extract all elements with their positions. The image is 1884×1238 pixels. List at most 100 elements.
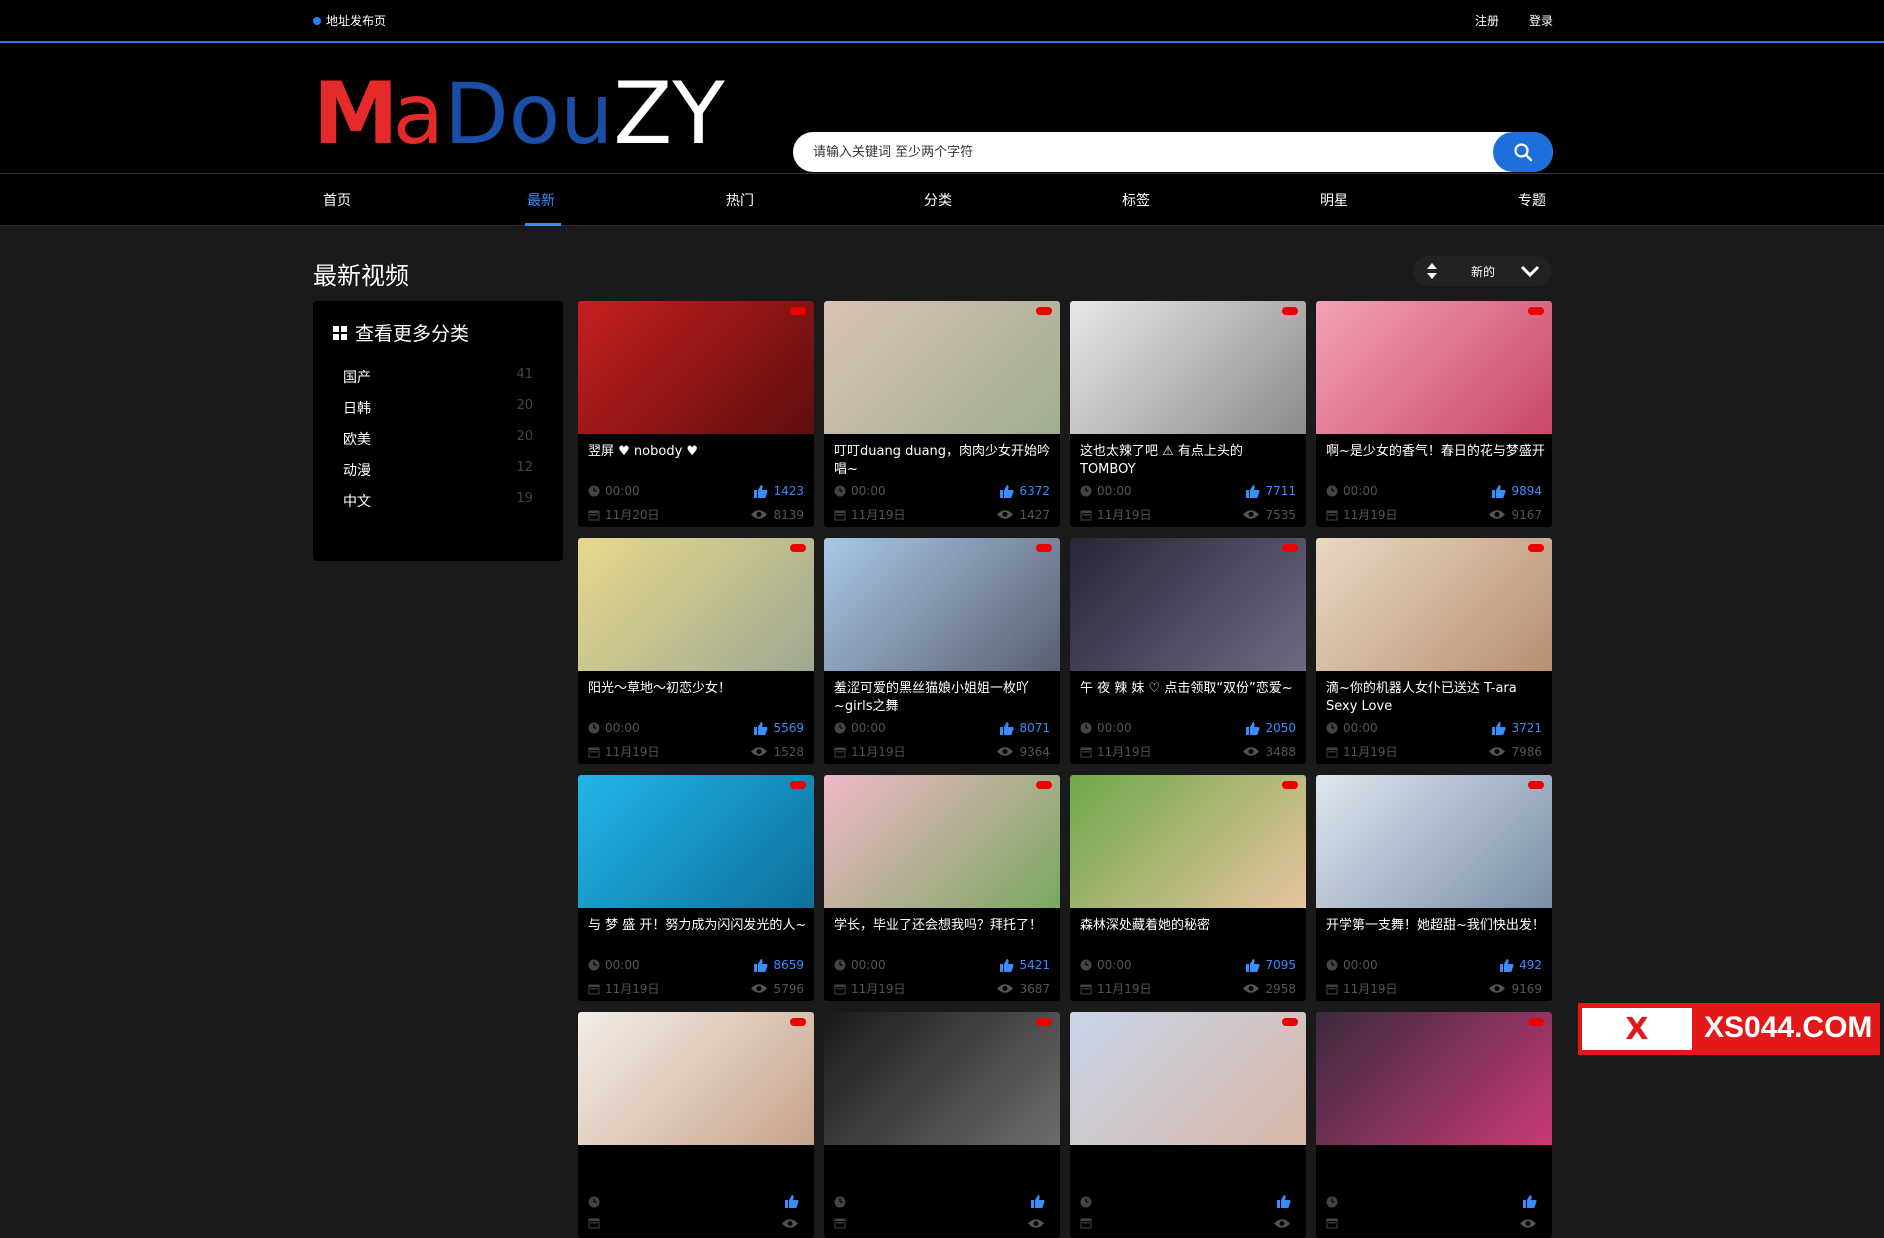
site-logo[interactable]: M a Dou ZY [313,69,725,159]
eye-icon [1489,747,1506,756]
sidebar-item-guochan[interactable]: 国产 41 [343,367,533,387]
nav-stars[interactable]: 明星 [1320,190,1348,210]
nav-hot[interactable]: 热门 [726,190,754,210]
video-views: 9364 [1019,744,1050,759]
video-duration: 00:00 [1343,484,1378,498]
video-meta-row-2: 11月19日 3687 [834,980,1050,997]
auth-links: 注册 登录 [1475,12,1553,29]
video-likes: 5421 [1019,958,1050,972]
video-thumbnail[interactable] [824,301,1060,434]
video-card[interactable] [578,1012,814,1238]
video-card[interactable]: 午 夜 辣 妹 ♡ 点击领取“双份”恋爱~ 00:00 2050 11月19日 3488 [1070,538,1306,764]
video-card[interactable]: 叮叮duang duang，肉肉少女开始吟唱~ 00:00 6372 11月19日 14… [824,301,1060,527]
video-thumbnail[interactable] [1070,775,1306,908]
video-date: 11月19日 [1097,745,1152,759]
video-card[interactable]: 这也太辣了吧 ⚠ 有点上头的 TOMBOY 00:00 7711 11月19日 7535 [1070,301,1306,527]
video-meta-row-1 [588,1195,804,1208]
video-card[interactable] [1316,1012,1552,1238]
video-card[interactable]: 阳光～草地～初恋少女！ 00:00 5569 11月19日 1528 [578,538,814,764]
video-thumbnail[interactable] [824,775,1060,908]
thumbs-up-icon [1246,958,1260,972]
video-card[interactable]: 学长，毕业了还会想我吗？拜托了！ 00:00 5421 11月19日 3687 [824,775,1060,1001]
video-card[interactable] [824,1012,1060,1238]
dot-icon [313,16,321,25]
search-input[interactable] [793,132,1473,172]
video-card[interactable]: 开学第一支舞！她超甜~我们快出发！ 00:00 492 11月19日 9169 [1316,775,1552,1001]
video-views: 9167 [1511,507,1542,522]
video-card[interactable]: 翌屏 ♥ nobody ♥ 00:00 1423 11月20日 8139 [578,301,814,527]
video-meta-row-2: 11月19日 1427 [834,506,1050,523]
new-badge [1282,1018,1298,1026]
video-title[interactable]: 森林深处藏着她的秘密 [1080,917,1300,935]
video-title[interactable]: 与 梦 盛 开！努力成为闪闪发光的人~ [588,917,808,935]
video-meta-row-2: 11月20日 8139 [588,506,804,523]
login-link[interactable]: 登录 [1529,12,1553,29]
nav-latest[interactable]: 最新 [527,190,555,210]
sort-dropdown[interactable]: 新的 [1413,256,1552,286]
video-thumbnail[interactable] [1316,1012,1552,1145]
video-card[interactable]: 与 梦 盛 开！努力成为闪闪发光的人~ 00:00 8659 11月19日 5796 [578,775,814,1001]
video-thumbnail[interactable] [578,775,814,908]
nav-tags[interactable]: 标签 [1122,190,1150,210]
video-thumbnail[interactable] [824,538,1060,671]
category-count: 19 [516,491,533,506]
calendar-icon [834,510,846,520]
video-meta-row-2: 11月19日 7535 [1080,506,1296,523]
eye-icon [1489,984,1506,993]
video-thumbnail[interactable] [1316,775,1552,908]
video-title[interactable]: 滴~你的机器人女仆已送达 T-ara Sexy Love [1326,680,1546,716]
sidebar-item-rihan[interactable]: 日韩 20 [343,398,533,418]
video-title[interactable]: 这也太辣了吧 ⚠ 有点上头的 TOMBOY [1080,443,1300,479]
video-card[interactable]: 羞涩可爱的黑丝猫娘小姐姐一枚吖~girls之舞 00:00 8071 11月19日 93… [824,538,1060,764]
video-thumbnail[interactable] [1070,1012,1306,1145]
video-date: 11月19日 [851,508,906,522]
video-views: 3488 [1265,744,1296,759]
video-thumbnail[interactable] [578,301,814,434]
video-meta-row-1: 00:00 7095 [1080,958,1296,972]
video-card[interactable]: 森林深处藏着她的秘密 00:00 7095 11月19日 2958 [1070,775,1306,1001]
sidebar-item-oumei[interactable]: 欧美 20 [343,429,533,449]
video-likes: 7095 [1265,958,1296,972]
search-button[interactable] [1493,132,1553,172]
eye-icon [1243,984,1260,993]
thumbs-up-icon [1031,1195,1045,1208]
video-thumbnail[interactable] [1316,301,1552,434]
eye-icon [1489,510,1506,519]
video-thumbnail[interactable] [1070,538,1306,671]
calendar-icon [1080,510,1092,520]
advertisement-banner[interactable]: X XS044.COM [1578,1003,1880,1055]
video-date: 11月19日 [1343,745,1398,759]
video-meta-row-2: 11月19日 3488 [1080,743,1296,760]
video-card[interactable]: 滴~你的机器人女仆已送达 T-ara Sexy Love 00:00 3721 11月… [1316,538,1552,764]
address-notice-link[interactable]: 地址发布页 [313,12,386,29]
video-title[interactable]: 开学第一支舞！她超甜~我们快出发！ [1326,917,1546,935]
video-meta-row-2: 11月19日 9167 [1326,506,1542,523]
video-title[interactable]: 学长，毕业了还会想我吗？拜托了！ [834,917,1054,935]
video-thumbnail[interactable] [824,1012,1060,1145]
video-thumbnail[interactable] [1070,301,1306,434]
sidebar-item-dongman[interactable]: 动漫 12 [343,460,533,480]
video-meta-row-1: 00:00 3721 [1326,721,1542,735]
category-name: 日韩 [343,401,371,417]
video-title[interactable]: 叮叮duang duang，肉肉少女开始吟唱~ [834,443,1054,479]
video-title[interactable]: 阳光～草地～初恋少女！ [588,680,808,698]
video-title[interactable]: 翌屏 ♥ nobody ♥ [588,443,808,461]
video-meta-row-1: 00:00 9894 [1326,484,1542,498]
video-thumbnail[interactable] [1316,538,1552,671]
nav-categories[interactable]: 分类 [924,190,952,210]
video-card[interactable]: 啊~是少女的香气！春日的花与梦盛开 00:00 9894 11月19日 9167 [1316,301,1552,527]
sidebar-title: 查看更多分类 [355,323,470,345]
video-title[interactable]: 羞涩可爱的黑丝猫娘小姐姐一枚吖~girls之舞 [834,680,1054,716]
register-link[interactable]: 注册 [1475,12,1499,29]
video-thumbnail[interactable] [578,1012,814,1145]
video-meta-row-1: 00:00 1423 [588,484,804,498]
nav-home[interactable]: 首页 [323,190,351,210]
video-title[interactable]: 午 夜 辣 妹 ♡ 点击领取“双份”恋爱~ [1080,680,1300,698]
video-thumbnail[interactable] [578,538,814,671]
nav-topics[interactable]: 专题 [1518,190,1546,210]
sidebar-item-zhongwen[interactable]: 中文 19 [343,491,533,511]
video-meta-row-2: 11月19日 2958 [1080,980,1296,997]
video-title[interactable]: 啊~是少女的香气！春日的花与梦盛开 [1326,443,1546,461]
new-badge [1036,1018,1052,1026]
video-card[interactable] [1070,1012,1306,1238]
